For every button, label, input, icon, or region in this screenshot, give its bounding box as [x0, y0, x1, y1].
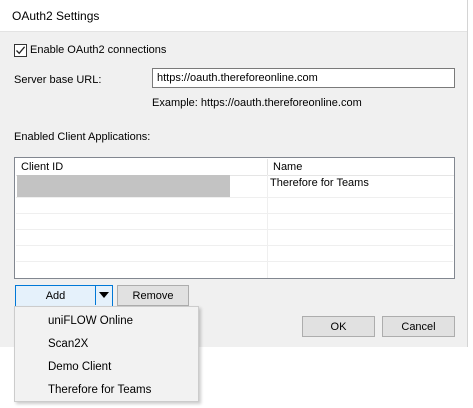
remove-button-label: Remove: [132, 290, 174, 302]
checkmark-icon: [16, 46, 26, 55]
split-divider: [95, 286, 96, 305]
window-title: OAuth2 Settings: [12, 9, 100, 23]
table-row-empty: [16, 214, 453, 230]
menu-item-uniflow-online[interactable]: uniFLOW Online: [15, 309, 198, 332]
menu-item-label: Therefore for Teams: [48, 384, 152, 396]
table-row-empty: [16, 246, 453, 262]
dropdown-arrow-icon[interactable]: [99, 292, 109, 298]
remove-button[interactable]: Remove: [117, 285, 189, 306]
client-applications-table[interactable]: Client ID Name Therefore for Teams: [14, 157, 455, 279]
oauth2-settings-dialog: OAuth2 Settings Enable OAuth2 connection…: [0, 0, 468, 347]
client-name-cell: Therefore for Teams: [270, 177, 369, 189]
column-header-label: Name: [273, 161, 303, 173]
menu-item-label: Scan2X: [48, 338, 89, 350]
add-dropdown-menu: uniFLOW Online Scan2X Demo Client Theref…: [14, 306, 199, 402]
table-row[interactable]: Therefore for Teams: [16, 175, 453, 198]
ok-button-label: OK: [330, 321, 347, 333]
menu-item-label: Demo Client: [48, 361, 112, 373]
menu-item-scan2x[interactable]: Scan2X: [15, 332, 198, 355]
cancel-button-label: Cancel: [401, 321, 436, 333]
server-url-label: Server base URL:: [14, 74, 102, 86]
add-button[interactable]: Add: [16, 290, 95, 302]
redacted-client-id: [17, 175, 230, 197]
title-bar: OAuth2 Settings: [0, 0, 467, 32]
enable-oauth-checkbox[interactable]: [14, 44, 27, 57]
menu-item-therefore-for-teams[interactable]: Therefore for Teams: [15, 378, 198, 401]
column-header-client-id[interactable]: Client ID: [16, 159, 268, 176]
server-url-example: Example: https://oauth.thereforeonline.c…: [152, 97, 362, 109]
enable-oauth-label[interactable]: Enable OAuth2 connections: [30, 44, 166, 56]
menu-item-label: uniFLOW Online: [48, 315, 134, 327]
column-header-label: Client ID: [21, 161, 64, 173]
client-applications-label: Enabled Client Applications:: [14, 131, 151, 143]
server-url-input[interactable]: https://oauth.thereforeonline.com: [152, 68, 455, 88]
server-url-value: https://oauth.thereforeonline.com: [157, 72, 318, 84]
cancel-button[interactable]: Cancel: [382, 316, 455, 337]
table-row-empty: [16, 230, 453, 246]
ok-button[interactable]: OK: [302, 316, 375, 337]
add-split-button[interactable]: Add: [15, 285, 113, 308]
column-header-name[interactable]: Name: [268, 159, 454, 176]
table-row-empty: [16, 198, 453, 214]
menu-item-demo-client[interactable]: Demo Client: [15, 355, 198, 378]
